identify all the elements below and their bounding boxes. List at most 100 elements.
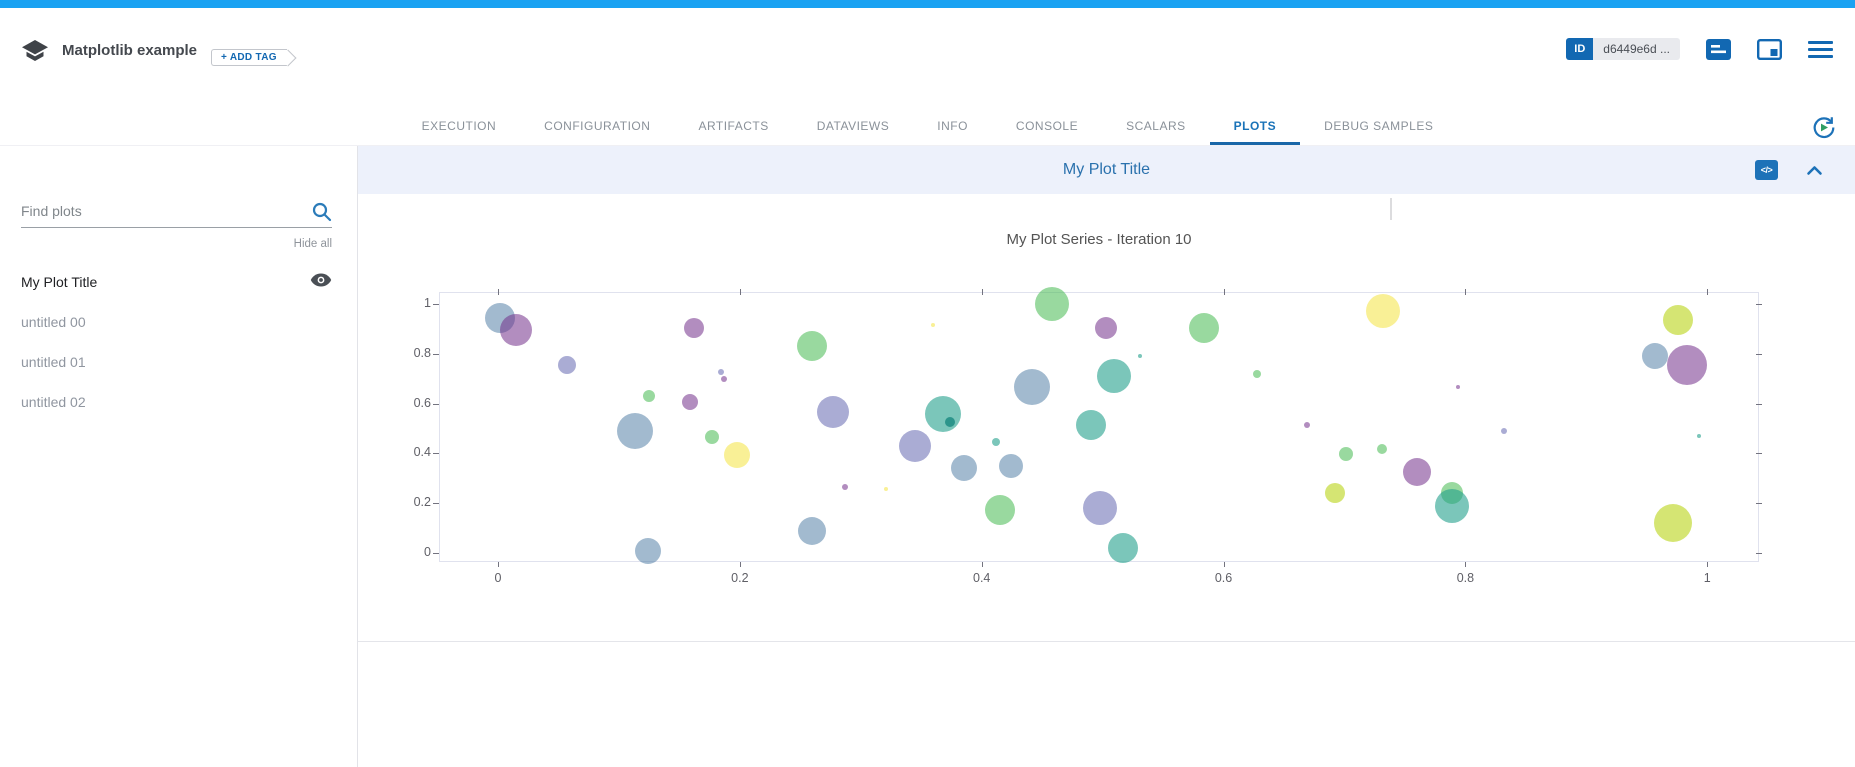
plot-section-title: My Plot Title <box>1063 161 1150 179</box>
scatter-point <box>925 396 961 432</box>
x-axis-tick-label: 0.8 <box>1457 571 1474 585</box>
plot-list-item-label: My Plot Title <box>21 274 97 290</box>
x-axis-tick <box>498 562 499 567</box>
chevron-up-icon[interactable] <box>1806 165 1823 176</box>
scatter-point <box>1097 359 1131 393</box>
plot-list-item-untitled-00[interactable]: untitled 00 <box>21 302 332 342</box>
scatter-point <box>1304 422 1310 428</box>
scatter-point <box>643 390 655 402</box>
x-axis-top-tick <box>982 289 983 295</box>
add-tag-button[interactable]: + ADD TAG <box>211 49 287 66</box>
search-input[interactable] <box>21 201 332 228</box>
x-axis-tick <box>1224 562 1225 567</box>
auto-refresh-icon[interactable] <box>1810 114 1837 146</box>
experiment-title: Matplotlib example <box>62 36 197 59</box>
y-axis-tick <box>433 553 439 554</box>
plot-section-header: My Plot Title </> <box>358 146 1855 194</box>
header: Matplotlib example + ADD TAG ID d6449e6d… <box>0 8 1855 110</box>
y-axis-right-tick <box>1756 553 1762 554</box>
x-axis-top-tick <box>740 289 741 295</box>
scatter-point <box>500 314 532 346</box>
scatter-plot-card: My Plot Series - Iteration 10 0 0.2 0.4 0.6… <box>358 194 1855 642</box>
scatter-point <box>1697 434 1701 438</box>
tab-debug-samples[interactable]: DEBUG SAMPLES <box>1300 110 1457 145</box>
scatter-point <box>951 455 977 481</box>
plot-list: My Plot Title untitled 00 untitled 01 untit… <box>21 262 332 422</box>
plot-list-item-untitled-01[interactable]: untitled 01 <box>21 342 332 382</box>
scatter-point <box>721 376 727 382</box>
panel-icon[interactable] <box>1757 39 1782 60</box>
top-status-bar <box>0 0 1855 8</box>
code-icon[interactable]: </> <box>1755 160 1778 180</box>
tabs: EXECUTIONCONFIGURATIONARTIFACTSDATAVIEWS… <box>398 110 1458 145</box>
plots-content: My Plot Title </> My Plot Series - Itera… <box>358 146 1855 767</box>
id-badge: ID <box>1566 38 1593 60</box>
scatter-point <box>1403 458 1431 486</box>
x-axis-top-tick <box>1707 289 1708 295</box>
tab-configuration[interactable]: CONFIGURATION <box>520 110 674 145</box>
tab-scalars[interactable]: SCALARS <box>1102 110 1210 145</box>
tab-dataviews[interactable]: DATAVIEWS <box>793 110 914 145</box>
x-axis-tick-label: 0.2 <box>731 571 748 585</box>
search-icon[interactable] <box>311 201 332 227</box>
scatter-point <box>705 430 719 444</box>
chart-title: My Plot Series - Iteration 10 <box>439 231 1759 248</box>
scroll-indicator <box>1390 198 1392 220</box>
x-axis-tick <box>982 562 983 567</box>
scatter-point <box>1035 287 1069 321</box>
y-axis-right-tick <box>1756 404 1762 405</box>
x-axis-top-tick <box>1465 289 1466 295</box>
plots-sidebar: Hide all My Plot Title untitled 00 untitle… <box>0 146 358 767</box>
scatter-point <box>1325 483 1345 503</box>
y-axis-tick-label: 0.2 <box>361 495 431 509</box>
scatter-point <box>1189 313 1219 343</box>
plot-list-item-my-plot-title[interactable]: My Plot Title <box>21 262 332 302</box>
tab-plots[interactable]: PLOTS <box>1210 110 1301 145</box>
y-axis-tick <box>433 304 439 305</box>
tab-bar: EXECUTIONCONFIGURATIONARTIFACTSDATAVIEWS… <box>0 110 1855 146</box>
scatter-point <box>1667 345 1707 385</box>
plot-list-item-label: untitled 00 <box>21 314 86 330</box>
y-axis-tick-label: 1 <box>361 296 431 310</box>
experiment-icon <box>22 40 48 69</box>
y-axis-right-tick <box>1756 354 1762 355</box>
y-axis-right-tick <box>1756 503 1762 504</box>
scatter-point <box>899 430 931 462</box>
y-axis-tick <box>433 354 439 355</box>
scatter-point <box>1435 489 1469 523</box>
tab-artifacts[interactable]: ARTIFACTS <box>674 110 792 145</box>
tab-info[interactable]: INFO <box>913 110 992 145</box>
tab-console[interactable]: CONSOLE <box>992 110 1102 145</box>
scatter-point <box>1456 385 1460 389</box>
comment-icon[interactable] <box>1706 39 1731 60</box>
y-axis-tick-label: 0.4 <box>361 445 431 459</box>
scatter-point <box>1366 294 1400 328</box>
y-axis-tick-label: 0 <box>361 545 431 559</box>
id-badge-group[interactable]: ID d6449e6d ... <box>1566 38 1680 60</box>
tab-execution[interactable]: EXECUTION <box>398 110 521 145</box>
hide-all-button[interactable]: Hide all <box>0 238 332 250</box>
scatter-point <box>1076 410 1106 440</box>
scatter-point <box>999 454 1023 478</box>
scatter-point <box>718 369 724 375</box>
x-axis-tick-label: 1 <box>1704 571 1711 585</box>
scatter-point <box>1083 491 1117 525</box>
y-axis-tick-label: 0.8 <box>361 346 431 360</box>
x-axis-tick <box>1707 562 1708 567</box>
plot-list-item-label: untitled 01 <box>21 354 86 370</box>
y-axis-tick-label: 0.6 <box>361 396 431 410</box>
x-axis-tick <box>740 562 741 567</box>
x-axis-tick <box>1465 562 1466 567</box>
plot-list-item-untitled-02[interactable]: untitled 02 <box>21 382 332 422</box>
scatter-point <box>1339 447 1353 461</box>
x-axis-tick-label: 0 <box>495 571 502 585</box>
scatter-point <box>558 356 576 374</box>
scatter-point <box>1095 317 1117 339</box>
scatter-point <box>617 413 653 449</box>
y-axis-tick <box>433 404 439 405</box>
x-axis-top-tick <box>498 289 499 295</box>
eye-icon[interactable] <box>310 273 332 292</box>
x-axis-tick-label: 0.4 <box>973 571 990 585</box>
menu-icon[interactable] <box>1808 41 1833 58</box>
y-axis-tick <box>433 503 439 504</box>
